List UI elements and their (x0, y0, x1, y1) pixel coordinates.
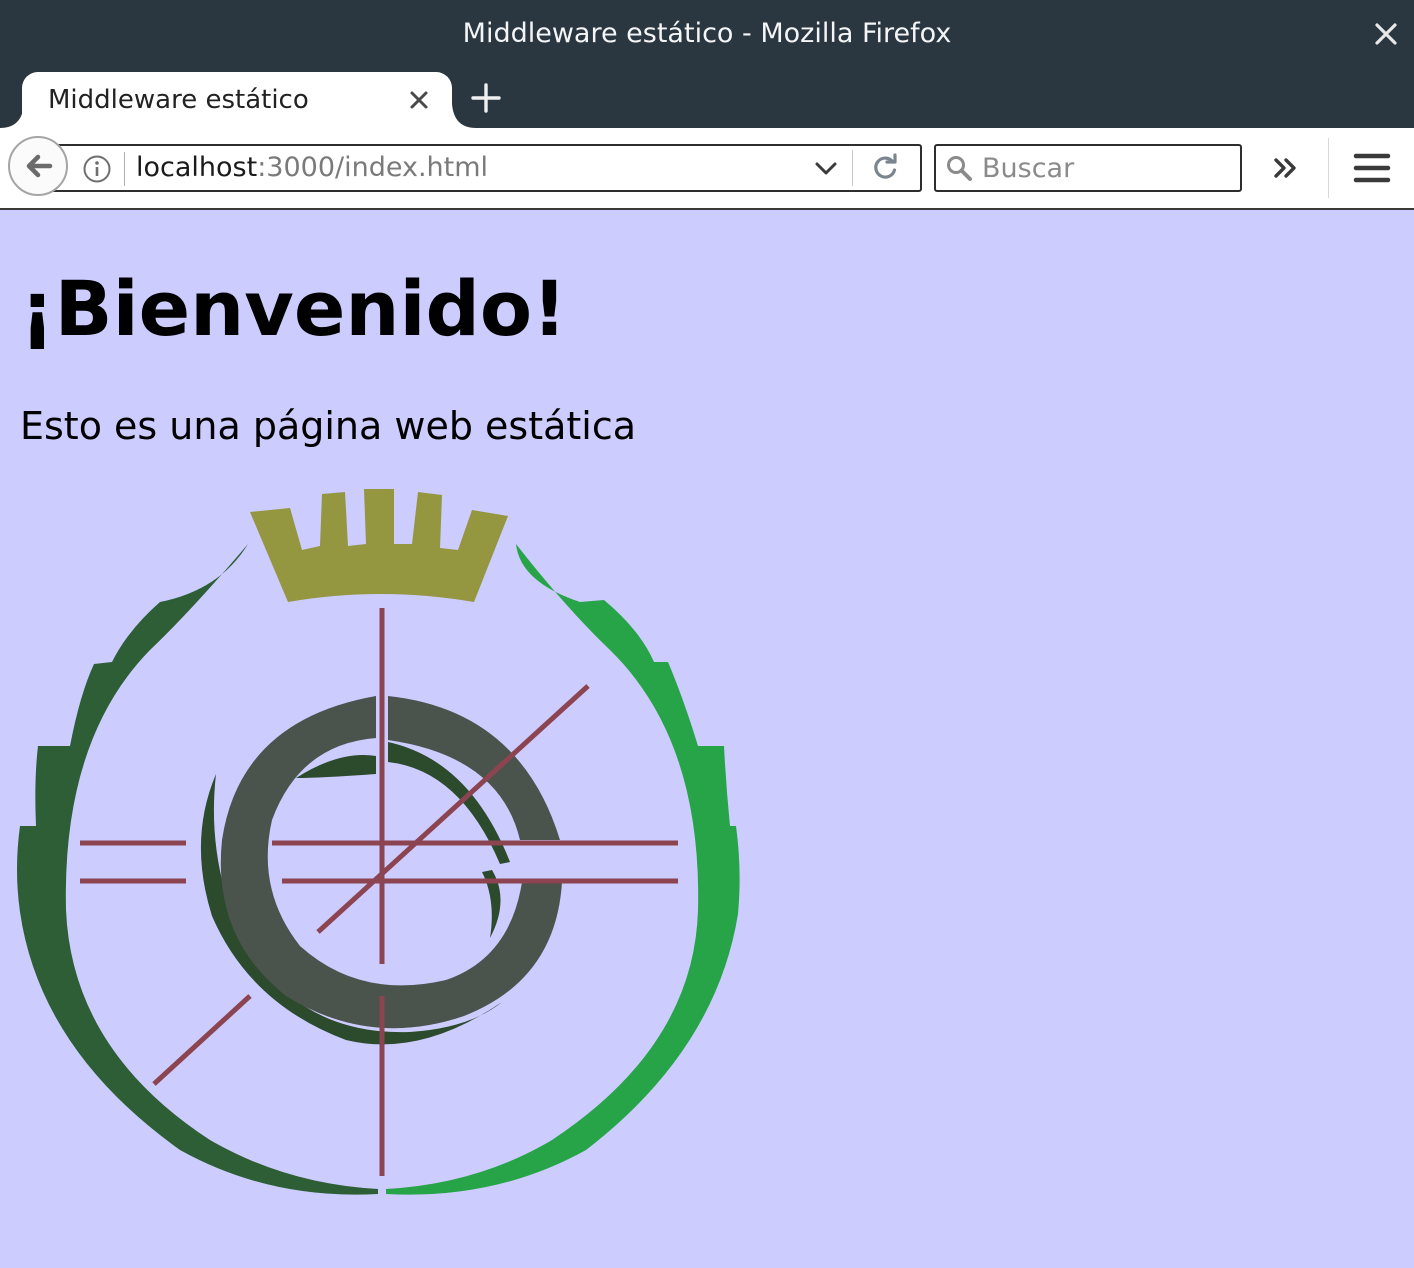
tab-strip: Middleware estático (0, 68, 1414, 128)
close-icon[interactable] (1368, 16, 1404, 52)
window-title: Middleware estático - Mozilla Firefox (462, 18, 952, 49)
chevron-down-icon[interactable] (812, 154, 840, 182)
page-heading: ¡Bienvenido! (20, 264, 567, 353)
double-chevron-icon[interactable] (1270, 154, 1302, 182)
title-bar: Middleware estático - Mozilla Firefox (0, 0, 1414, 68)
search-bar[interactable] (934, 144, 1242, 192)
url-text[interactable]: localhost:3000/index.html (136, 144, 488, 192)
wreath-left (17, 544, 378, 1195)
url-path: :3000/index.html (257, 152, 489, 183)
tab-label: Middleware estático (48, 85, 309, 115)
search-input[interactable] (982, 148, 1232, 188)
page-content: ¡Bienvenido! Esto es una página web está… (0, 210, 1414, 1268)
toolbar-divider (1328, 138, 1329, 198)
back-button[interactable] (8, 136, 68, 196)
tab-middleware-estatico[interactable]: Middleware estático (22, 72, 452, 128)
tab-close-icon[interactable] (406, 87, 432, 113)
reload-icon[interactable] (870, 152, 900, 184)
hamburger-menu-icon[interactable] (1352, 150, 1392, 186)
crown-shape (250, 489, 508, 602)
url-divider (124, 152, 125, 186)
navigation-bar: localhost:3000/index.html (0, 128, 1414, 210)
browser-window: Middleware estático - Mozilla Firefox Mi… (0, 0, 1414, 1268)
search-icon (947, 156, 972, 181)
info-icon[interactable] (80, 152, 114, 186)
wreath-right (386, 544, 740, 1195)
url-host: localhost (136, 152, 258, 183)
page-paragraph: Esto es una página web estática (20, 404, 637, 448)
plus-icon[interactable] (466, 78, 506, 118)
back-arrow-icon (26, 154, 53, 178)
url-divider-reload (852, 150, 853, 186)
emblem-image (17, 489, 740, 1195)
crosshair-lines (80, 608, 678, 1176)
